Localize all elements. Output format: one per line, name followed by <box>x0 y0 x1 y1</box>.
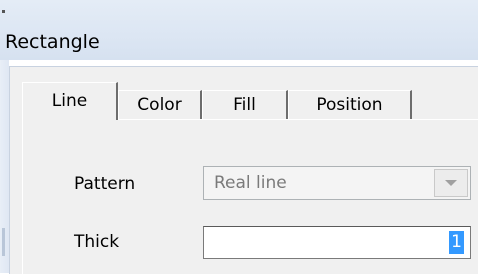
dialog-title: Rectangle <box>5 31 100 53</box>
pattern-value: Real line <box>214 173 287 193</box>
tab-position[interactable]: Position <box>288 90 412 119</box>
tab-line[interactable]: Line <box>22 82 118 120</box>
tab-fill[interactable]: Fill <box>202 90 288 119</box>
pattern-dropdown-button[interactable] <box>434 169 468 197</box>
tab-color[interactable]: Color <box>118 90 202 119</box>
title-bar[interactable]: Rectangle <box>0 0 478 60</box>
frame-edge-marker <box>2 228 5 256</box>
window-left-frame <box>0 60 9 273</box>
pattern-label: Pattern <box>74 174 136 194</box>
thick-input[interactable]: 1 <box>203 226 471 259</box>
thick-label: Thick <box>74 232 120 252</box>
thick-selected-value: 1 <box>449 231 464 254</box>
chevron-down-icon <box>445 180 457 186</box>
rectangle-dialog: Rectangle Line Color Fill Position Patte… <box>0 0 478 274</box>
pattern-combobox[interactable]: Real line <box>203 166 471 200</box>
window-corner-marker <box>2 10 5 13</box>
